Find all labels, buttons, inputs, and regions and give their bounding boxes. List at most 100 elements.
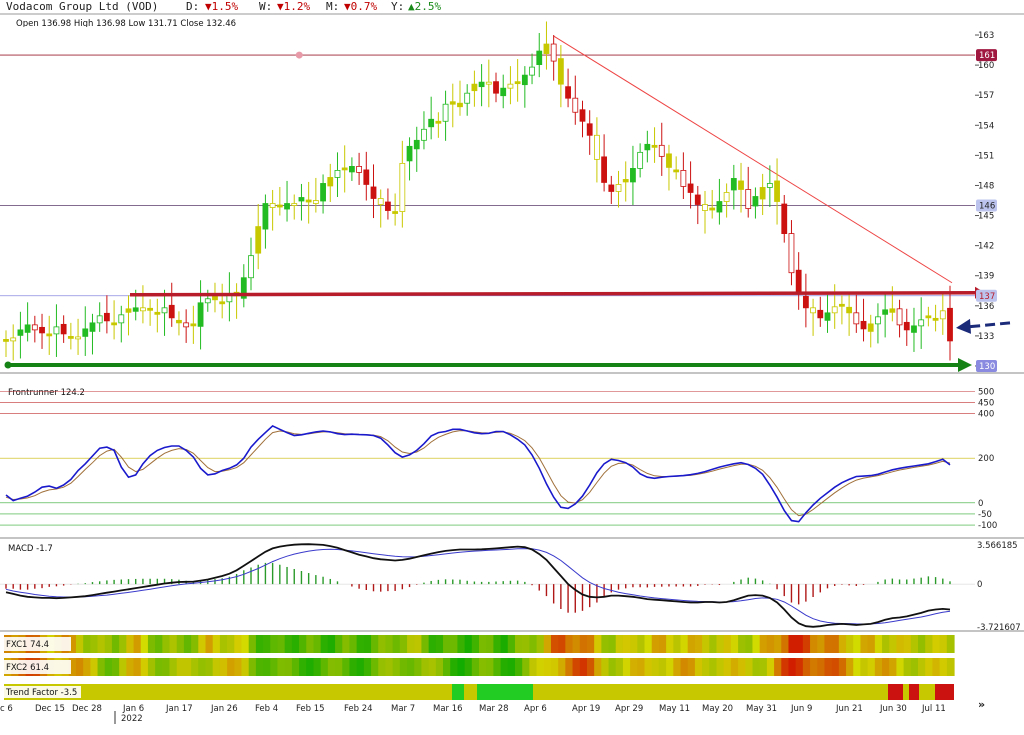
fxc2-strip-cell (479, 658, 487, 676)
fxc2-strip-cell (774, 658, 782, 676)
candle-body (666, 153, 672, 168)
date-label: Jan 17 (165, 704, 193, 714)
fxc2-strip-cell (723, 658, 732, 676)
candle-body (565, 86, 571, 99)
month-change-label: M: (326, 0, 339, 13)
fxc2-strip-cell (428, 658, 437, 676)
candle-body (471, 83, 478, 92)
fxc2-strip-cell (342, 658, 351, 676)
fxc1-strip-cell (219, 635, 228, 653)
fxc2-strip-cell (356, 658, 365, 676)
candle-body (529, 66, 535, 76)
fxc2-strip-cell (147, 658, 156, 676)
year-label: 2022 (121, 714, 143, 724)
fxc1-strip-cell (83, 635, 91, 653)
fxc1-strip-cell (817, 635, 826, 653)
fxc1-strip-cell (910, 635, 919, 653)
candle-body (680, 170, 687, 187)
fxc1-strip-cell (464, 635, 473, 653)
candle-body (60, 323, 67, 335)
candle-body (601, 156, 608, 183)
fxc2-strip-cell (543, 658, 552, 676)
candle-body (875, 316, 881, 325)
date-label: Jul 11 (921, 704, 946, 714)
fxc2-strip-cell (615, 658, 624, 676)
macd-tick-label: 0 (977, 580, 982, 590)
frontrunner-label: Frontrunner 124.2 (8, 388, 85, 398)
date-label: May 11 (659, 704, 690, 714)
level-marker-dot (295, 51, 303, 59)
fxc1-strip-cell (407, 635, 415, 653)
date-label: Feb 15 (296, 704, 325, 714)
fxc2-strip-cell (651, 658, 660, 676)
fxc2-strip-cell (255, 658, 264, 676)
fxc2-strip-cell (349, 658, 358, 676)
candle-body (932, 317, 939, 321)
fxc1-strip-cell (572, 635, 581, 653)
fxc2-strip-cell (759, 658, 768, 676)
fxc2-strip-cell (111, 658, 120, 676)
fxc1-strip-cell (378, 635, 387, 653)
candle-body (392, 211, 399, 214)
price-tick-label: 154 (978, 121, 994, 131)
fxc2-strip-cell (572, 658, 581, 676)
fxc1-strip-cell (284, 635, 293, 653)
fxc1-strip-cell (327, 635, 336, 653)
fxc1-strip-cell (140, 635, 149, 653)
fxc2-strip-cell (795, 658, 804, 676)
fxc2-strip-cell (119, 658, 127, 676)
fxc2-strip-cell (766, 658, 775, 676)
fxc2-strip-cell (320, 658, 329, 676)
candle-body (24, 324, 31, 333)
fxc2-strip-cell (853, 658, 862, 676)
fxc1-strip-cell (788, 635, 797, 653)
frontrunner-line (5, 424, 951, 523)
fxc1-strip-cell (752, 635, 761, 653)
candle-body (248, 255, 254, 279)
fxc1-strip-cell (651, 635, 660, 653)
fxc1-strip-cell (702, 635, 710, 653)
fxc1-strip-cell (680, 635, 689, 653)
candle-body (269, 203, 276, 208)
fxc2-strip-cell (730, 658, 739, 676)
fxc1-strip-cell (565, 635, 574, 653)
support-start-dot (4, 361, 12, 369)
fxc2-strip-cell (83, 658, 91, 676)
fxc1-strip-cell (738, 635, 746, 653)
fxc1-strip-cell (212, 635, 221, 653)
fxc1-strip-label: FXC1 74.4 (6, 640, 49, 650)
fxc2-strip-cell (363, 658, 372, 676)
fxc2-strip-cell (889, 658, 898, 676)
candle-body (176, 319, 182, 324)
macd-tick-label: 3.566185 (977, 541, 1018, 551)
candle-body (363, 169, 370, 185)
fxc2-strip-cell (97, 658, 106, 676)
fxc1-strip-cell (363, 635, 372, 653)
fxc1-strip-cell (608, 635, 617, 653)
fxc2-strip-cell (248, 658, 257, 676)
fxc1-strip-cell (774, 635, 782, 653)
candle-body (702, 204, 708, 211)
day-change-value: ▼1.5% (205, 0, 238, 13)
fxc2-strip-cell (946, 658, 955, 676)
fxc2-strip-cell (817, 658, 826, 676)
fxc1-strip-cell (709, 635, 718, 653)
frontrunner-tick-label: 450 (978, 399, 994, 409)
fxc2-strip-cell (579, 658, 588, 676)
fxc1-strip-cell (342, 635, 351, 653)
date-label: May 31 (746, 704, 777, 714)
candle-body (341, 167, 348, 171)
candle-body (219, 301, 226, 305)
fxc1-strip-cell (622, 635, 631, 653)
candle-body (406, 145, 413, 162)
candle-body (305, 199, 312, 203)
fxc2-strip-cell (241, 658, 250, 676)
fxc1-strip-cell (716, 635, 725, 653)
fxc1-strip-cell (234, 635, 243, 653)
price-tick-label: 142 (978, 242, 994, 252)
date-label: Feb 4 (255, 704, 278, 714)
candle-body (413, 139, 420, 150)
fxc1-strip-cell (320, 635, 329, 653)
fxc2-strip-cell (176, 658, 185, 676)
date-label: Apr 29 (615, 704, 643, 714)
